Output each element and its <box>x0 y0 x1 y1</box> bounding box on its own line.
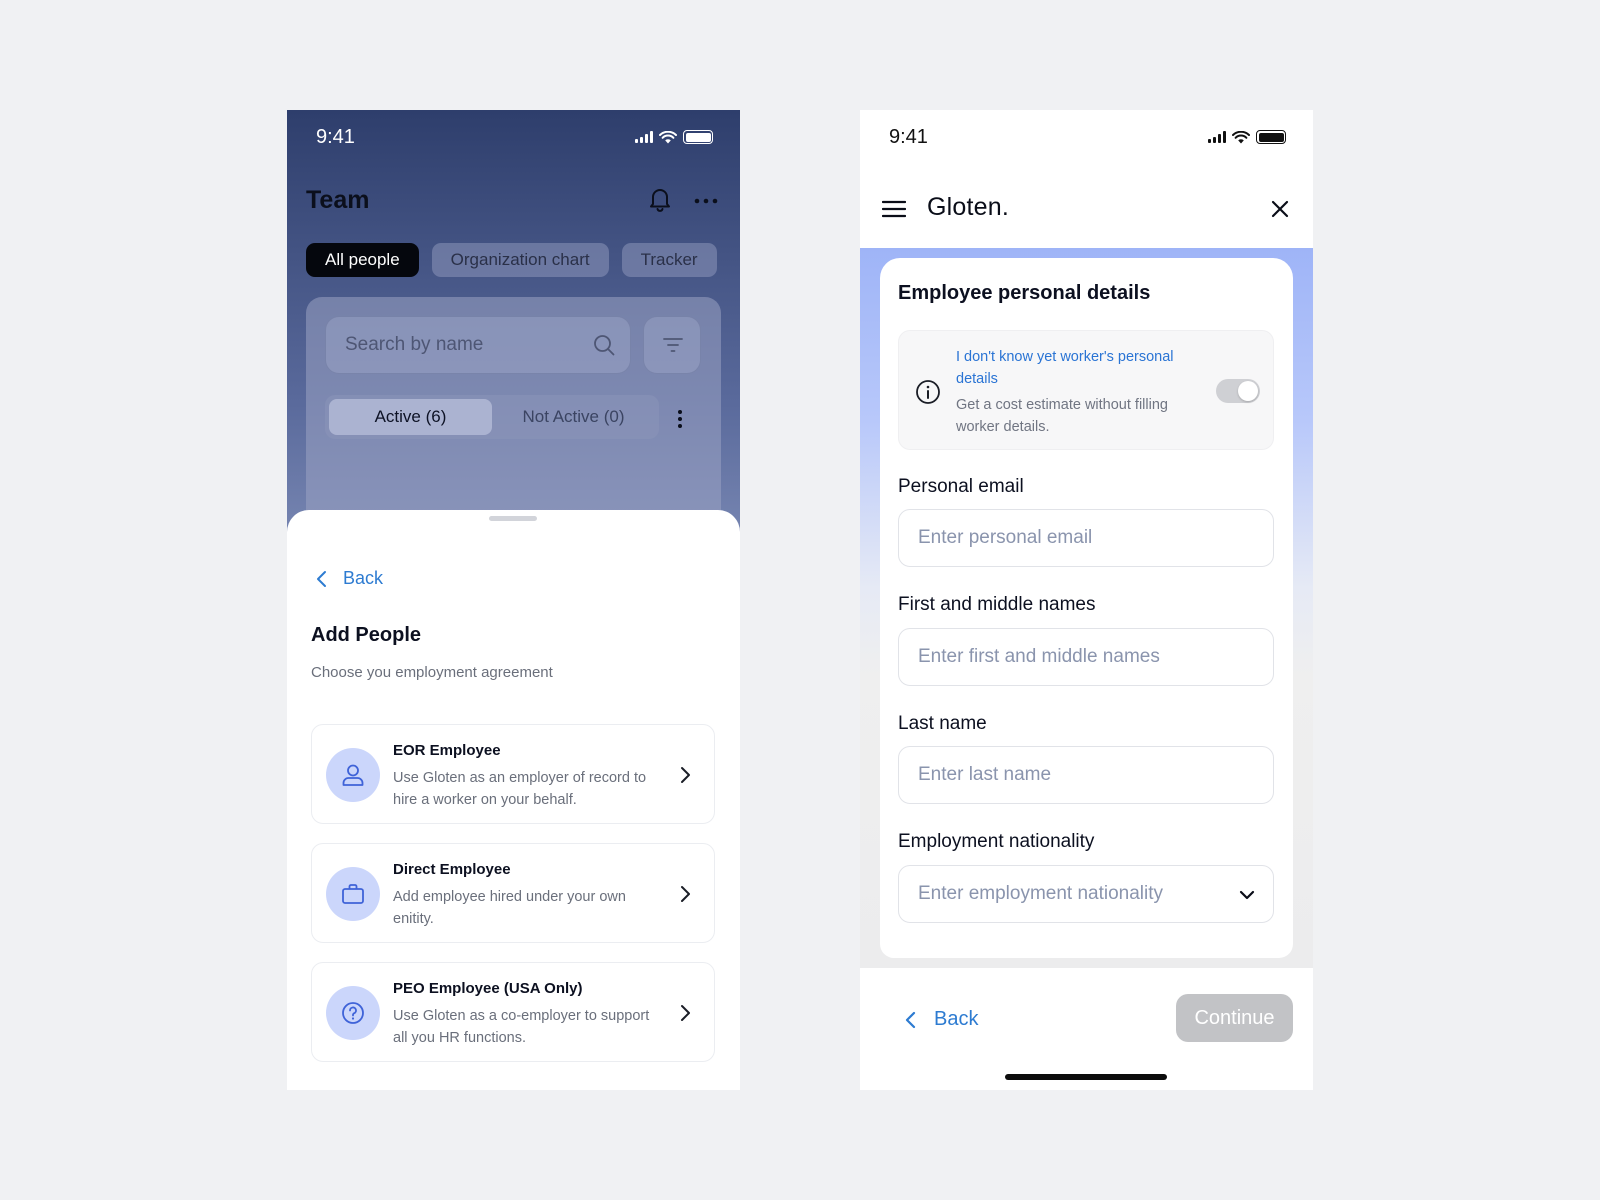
tab-all-people[interactable]: All people <box>306 243 419 277</box>
segment-not-active[interactable]: Not Active (0) <box>492 399 655 435</box>
chevron-right-icon <box>681 1005 690 1021</box>
search-placeholder: Search by name <box>345 334 484 355</box>
chevron-right-icon <box>681 767 690 783</box>
wifi-icon <box>1232 130 1250 143</box>
info-icon <box>916 380 940 404</box>
option-icon-circle <box>326 867 380 921</box>
back-label: Back <box>343 568 384 588</box>
status-bar: 9:41 <box>860 110 1313 170</box>
battery-icon <box>1256 130 1286 144</box>
filter-button[interactable] <box>643 316 701 374</box>
wifi-icon <box>659 130 677 143</box>
chevron-left-icon <box>317 570 326 587</box>
brand-logo: Gloten. <box>927 193 1010 221</box>
sheet-subtitle: Choose you employment agreement <box>311 664 553 681</box>
nationality-label: Employment nationality <box>898 831 1095 852</box>
employee-details-screen: 9:41 Gloten. Employee personal details I… <box>860 110 1313 1090</box>
nationality-select[interactable] <box>898 865 1274 923</box>
search-input[interactable]: Search by name <box>325 316 631 374</box>
email-field <box>898 509 1274 567</box>
home-indicator <box>1005 1074 1167 1080</box>
briefcase-icon <box>342 884 364 904</box>
option-title: PEO Employee (USA Only) <box>393 980 583 997</box>
back-label: Back <box>934 1008 979 1030</box>
last-name-label: Last name <box>898 713 987 734</box>
last-name-field <box>898 746 1274 804</box>
team-screen: 9:41 Team All people Organization chart … <box>287 110 740 1090</box>
add-people-sheet: Back Add People Choose you employment ag… <box>287 510 740 1090</box>
status-icons <box>635 130 713 144</box>
tab-tracker[interactable]: Tracker <box>621 243 717 277</box>
option-peo-employee[interactable]: PEO Employee (USA Only) Use Gloten as a … <box>311 962 715 1062</box>
segment-active[interactable]: Active (6) <box>329 399 492 435</box>
more-horizontal-icon[interactable] <box>694 198 718 204</box>
tab-bar: All people Organization chart Tracker <box>306 243 717 277</box>
continue-button[interactable]: Continue <box>1176 994 1293 1042</box>
option-title: EOR Employee <box>393 742 501 759</box>
close-icon[interactable] <box>1270 199 1290 219</box>
notice-description: Get a cost estimate without filling work… <box>956 397 1168 435</box>
unknown-details-notice: I don't know yet worker's personal detai… <box>898 330 1274 450</box>
tab-organization-chart[interactable]: Organization chart <box>431 243 609 277</box>
chevron-down-icon <box>1239 890 1255 900</box>
app-header: Gloten. <box>860 170 1313 248</box>
option-title: Direct Employee <box>393 861 511 878</box>
signal-icon <box>1208 131 1226 143</box>
first-names-input[interactable] <box>899 629 1273 685</box>
back-button[interactable]: Back <box>315 568 383 589</box>
status-time: 9:41 <box>316 126 355 148</box>
back-button[interactable]: Back <box>904 1008 978 1031</box>
status-segmented-control: Active (6) Not Active (0) <box>325 395 659 439</box>
toggle-knob <box>1238 381 1258 401</box>
sheet-title: Add People <box>311 624 422 646</box>
bell-icon[interactable] <box>648 186 672 212</box>
email-label: Personal email <box>898 476 1024 497</box>
card-title: Employee personal details <box>898 282 1151 304</box>
page-title: Team <box>306 186 370 214</box>
option-direct-employee[interactable]: Direct Employee Add employee hired under… <box>311 843 715 943</box>
email-input[interactable] <box>899 510 1273 566</box>
chevron-right-icon <box>681 886 690 902</box>
status-bar: 9:41 <box>287 110 740 170</box>
status-icons <box>1208 130 1286 144</box>
option-eor-employee[interactable]: EOR Employee Use Gloten as an employer o… <box>311 724 715 824</box>
question-icon <box>342 1002 364 1024</box>
nationality-input[interactable] <box>899 866 1273 922</box>
chevron-left-icon <box>905 1011 916 1028</box>
option-icon-circle <box>326 748 380 802</box>
option-description: Use Gloten as a co-employer to support a… <box>393 1008 650 1046</box>
status-time: 9:41 <box>889 126 928 148</box>
notice-title: I don't know yet worker's personal detai… <box>956 349 1174 387</box>
unknown-details-toggle[interactable] <box>1216 379 1260 403</box>
first-names-label: First and middle names <box>898 594 1096 615</box>
option-description: Use Gloten as an employer of record to h… <box>393 770 647 808</box>
menu-icon[interactable] <box>882 200 906 218</box>
search-icon <box>594 335 615 356</box>
option-icon-circle <box>326 986 380 1040</box>
personal-details-card: Employee personal details I don't know y… <box>880 258 1293 958</box>
sheet-drag-handle[interactable] <box>489 516 537 521</box>
first-names-field <box>898 628 1274 686</box>
footer-actions: Back Continue <box>860 974 1313 1090</box>
user-icon <box>342 764 364 786</box>
more-vertical-icon[interactable] <box>677 409 683 429</box>
option-description: Add employee hired under your own enitit… <box>393 889 626 927</box>
signal-icon <box>635 131 653 143</box>
battery-icon <box>683 130 713 144</box>
filter-icon <box>663 338 683 352</box>
last-name-input[interactable] <box>899 747 1273 803</box>
